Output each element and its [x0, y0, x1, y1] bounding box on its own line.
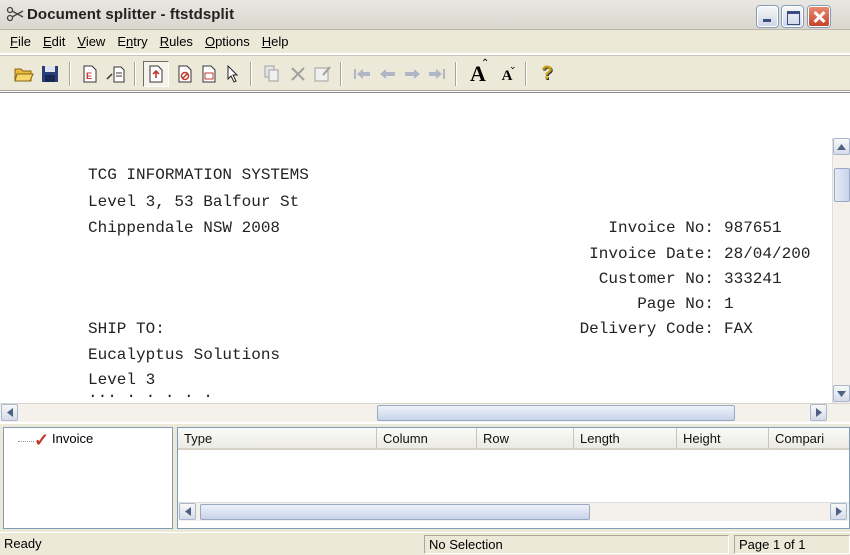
doc-line-cut: ··· · · · · ·	[88, 393, 213, 403]
field-label: Customer No:	[598, 270, 714, 288]
field-value: 1	[724, 295, 734, 313]
column-header-type[interactable]: Type	[178, 428, 377, 450]
tree-item-invoice[interactable]: Invoice	[52, 431, 93, 446]
title-bar: Document splitter - ftstdsplit	[0, 0, 850, 30]
scroll-right-button[interactable]	[810, 404, 827, 421]
scroll-thumb[interactable]	[834, 168, 850, 202]
entry-tree[interactable]: ✓ Invoice	[3, 427, 173, 529]
toolbar-separator	[250, 62, 252, 86]
copy-icon	[262, 64, 282, 84]
status-bar: Ready No Selection Page 1 of 1	[0, 532, 850, 555]
toolbar-separator	[525, 62, 527, 86]
delete-icon	[288, 64, 308, 84]
toolbar-separator	[340, 62, 342, 86]
font-larger-icon[interactable]: A ⌃	[465, 58, 491, 86]
rules-grid[interactable]: Type Column Row Length Height Compari	[177, 427, 850, 529]
field-label: Invoice Date:	[589, 245, 714, 263]
column-header-length[interactable]: Length	[574, 428, 677, 450]
close-button[interactable]	[808, 6, 830, 27]
tree-connector	[18, 441, 34, 442]
field-value: FAX	[724, 320, 753, 338]
status-selection: No Selection	[424, 535, 729, 554]
scroll-up-button[interactable]	[833, 138, 850, 155]
previous-icon	[378, 64, 398, 84]
scroll-left-button[interactable]	[1, 404, 18, 421]
bottom-panels: ✓ Invoice Type Column Row Length Height …	[0, 424, 850, 532]
checkmark-icon: ✓	[34, 430, 50, 450]
new-entry-icon[interactable]: E	[80, 64, 100, 84]
pointer-icon[interactable]	[223, 64, 243, 84]
document-pane[interactable]: TCG INFORMATION SYSTEMS Level 3, 53 Balf…	[0, 92, 850, 403]
properties-icon	[313, 64, 333, 84]
maximize-button[interactable]	[782, 6, 803, 27]
doc-line: Level 3, 53 Balfour St	[88, 193, 300, 211]
next-icon	[402, 64, 422, 84]
first-icon	[352, 64, 372, 84]
help-icon[interactable]: ?	[537, 63, 557, 84]
column-header-compare[interactable]: Compari	[769, 428, 849, 450]
toolbar-separator	[455, 62, 457, 86]
menu-edit[interactable]: Edit	[37, 34, 71, 49]
insert-field-icon[interactable]	[106, 64, 126, 84]
scroll-down-button[interactable]	[833, 385, 850, 402]
menu-entry[interactable]: Entry	[111, 34, 153, 49]
field-value: 987651	[724, 219, 782, 237]
horizontal-scrollbar[interactable]	[0, 403, 850, 422]
scroll-thumb[interactable]	[200, 504, 590, 520]
mark-field-icon[interactable]	[143, 61, 169, 87]
menu-help[interactable]: Help	[256, 34, 295, 49]
last-icon	[427, 64, 447, 84]
svg-text:E: E	[86, 71, 92, 81]
doc-line: TCG INFORMATION SYSTEMS	[88, 166, 309, 184]
column-header-column[interactable]: Column	[377, 428, 477, 450]
vertical-scrollbar[interactable]	[832, 138, 850, 403]
status-page: Page 1 of 1	[734, 535, 850, 554]
field-value: 28/04/200	[724, 245, 811, 263]
toolbar-separator	[134, 62, 136, 86]
grid-horizontal-scrollbar[interactable]	[178, 502, 849, 521]
menu-rules[interactable]: Rules	[154, 34, 199, 49]
toolbar: E A ⌃ A ⌄ ?	[0, 55, 850, 91]
menu-view[interactable]: View	[71, 34, 111, 49]
field-label: Invoice No:	[608, 219, 714, 237]
font-smaller-icon[interactable]: A ⌄	[497, 61, 517, 84]
delete-field-icon[interactable]	[175, 64, 195, 84]
open-folder-icon[interactable]	[14, 64, 34, 84]
doc-line: Chippendale NSW 2008	[88, 219, 281, 237]
menu-options[interactable]: Options	[199, 34, 256, 49]
page-icon[interactable]	[199, 64, 219, 84]
menu-bar: File Edit View Entry Rules Options Help	[0, 30, 850, 54]
save-icon[interactable]	[40, 64, 60, 84]
scroll-thumb[interactable]	[377, 405, 735, 421]
field-label: Page No:	[637, 295, 714, 313]
scroll-left-button[interactable]	[179, 503, 196, 520]
toolbar-separator	[69, 62, 71, 86]
menu-file[interactable]: File	[4, 34, 37, 49]
window-title: Document splitter - ftstdsplit	[27, 6, 235, 23]
doc-line: SHIP TO:	[88, 320, 165, 338]
doc-line: Level 3	[88, 371, 156, 389]
status-ready: Ready	[4, 536, 42, 551]
doc-line: Eucalyptus Solutions	[88, 346, 281, 364]
column-header-height[interactable]: Height	[677, 428, 769, 450]
column-header-row[interactable]: Row	[477, 428, 574, 450]
field-label: Delivery Code:	[579, 320, 714, 338]
field-value: 333241	[724, 270, 782, 288]
scroll-right-button[interactable]	[830, 503, 847, 520]
scissors-icon	[6, 6, 24, 22]
minimize-button[interactable]	[757, 6, 778, 27]
